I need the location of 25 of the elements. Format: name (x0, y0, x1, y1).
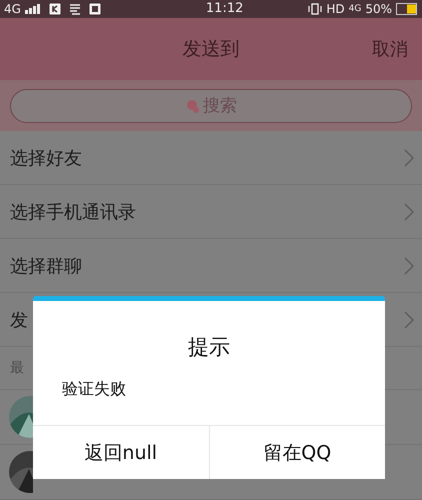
list-item-label[interactable]: 选择群聊 (10, 254, 82, 278)
list-item-label[interactable]: 选择好友 (10, 146, 82, 170)
network-label: 4G (348, 3, 362, 16)
battery-percent: 50% (365, 2, 392, 16)
clock: 11:12 (204, 2, 244, 16)
app-icon (88, 3, 101, 15)
chevron-right-icon (404, 310, 414, 328)
chevron-right-icon (404, 148, 414, 166)
dialog-message: 验证失败 (62, 379, 127, 400)
page-title: 发送到 (182, 37, 240, 62)
battery-icon (396, 3, 418, 15)
list-item-label[interactable]: 发 (10, 308, 28, 332)
network-label: 4G (4, 2, 21, 16)
vibrate-icon (308, 3, 322, 15)
chevron-right-icon (404, 202, 414, 220)
notification-icon (68, 3, 81, 15)
app-icon (48, 3, 61, 15)
cancel-link[interactable]: 取消 (372, 37, 408, 61)
chevron-right-icon (404, 256, 414, 274)
hd-label: HD (326, 2, 345, 16)
search-icon (185, 98, 201, 114)
dialog-button[interactable]: 留在QQ (208, 426, 385, 479)
dialog-title: 提示 (187, 334, 231, 361)
signal-icon (24, 4, 41, 14)
list-item-label[interactable]: 选择手机通讯录 (10, 200, 136, 224)
